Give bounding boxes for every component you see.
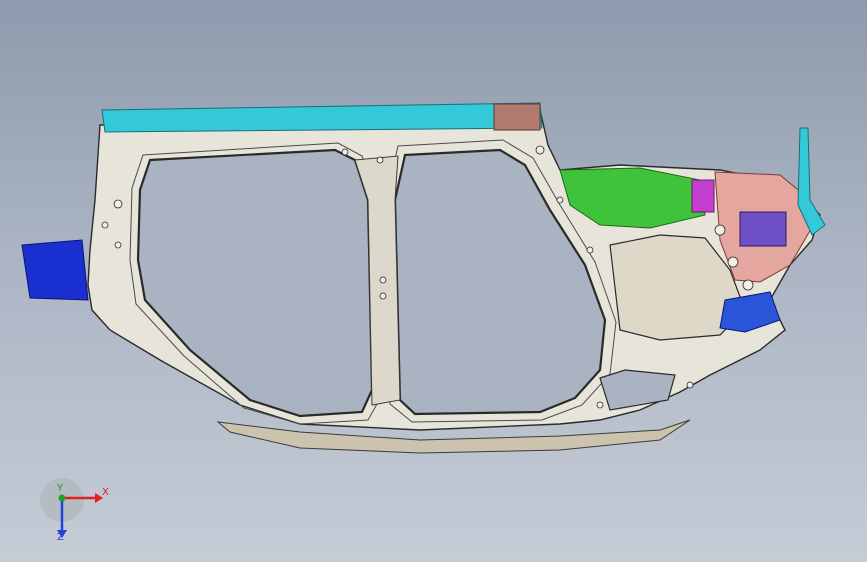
- roof-rail: [101, 102, 543, 133]
- cad-viewport[interactable]: X Y Z: [0, 0, 867, 562]
- roof-rail-bracket: [493, 103, 541, 131]
- z-axis-label: Z: [57, 532, 64, 543]
- front-door-opening: [136, 148, 374, 418]
- y-axis-label: Y: [57, 483, 64, 494]
- rear-quarter-opening: [599, 369, 676, 411]
- body-side-model[interactable]: [0, 0, 867, 562]
- x-axis-label: X: [102, 487, 109, 498]
- front-hinge-bracket: [21, 239, 89, 301]
- rear-bracket-magenta: [691, 179, 715, 213]
- tail-lamp-window: [739, 211, 787, 247]
- y-axis-dot-icon: [58, 494, 66, 502]
